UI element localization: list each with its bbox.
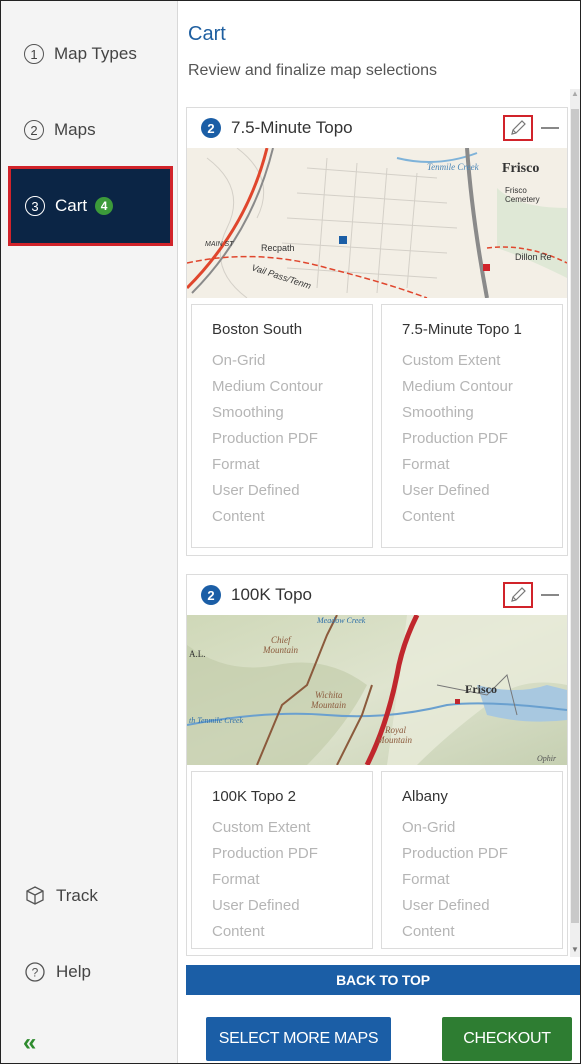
variant-option: Smoothing [212,404,284,421]
sidebar-item-label: Track [56,886,98,905]
cube-icon [24,885,46,907]
sidebar-item-label: Maps [54,120,96,139]
step-number: 3 [25,196,45,216]
map-label: Frisco [465,682,497,696]
step-number: 2 [24,120,44,140]
variant-list: Boston South On-Grid Medium Contour Smoo… [191,304,563,548]
collapse-item-button[interactable] [541,127,559,129]
variant-option: Production PDF [212,845,318,862]
sidebar-item-label: Map Types [54,44,137,63]
help-icon: ? [24,961,46,983]
map-label: Recpath [261,243,295,253]
map-label: Frisco [505,186,527,195]
variant-option: Production PDF [402,845,508,862]
back-to-top-button[interactable]: BACK TO TOP [186,965,580,995]
variant-name: Albany [402,788,448,805]
edit-button[interactable] [503,115,533,141]
variant-list: 100K Topo 2 Custom Extent Production PDF… [191,771,563,949]
variant-option: On-Grid [212,352,266,369]
map-label: Mountain [376,735,412,745]
map-label: Dillon Re [515,252,552,262]
quantity-badge: 2 [201,118,221,138]
page-title: Cart [188,23,226,45]
sidebar: 1 Map Types 2 Maps 3 Cart 4 Track ? Help… [1,1,178,1063]
map-label: Wichita [315,690,343,700]
variant-name: 100K Topo 2 [212,788,296,805]
sidebar-item-track[interactable]: Track [1,885,177,907]
edit-button[interactable] [503,582,533,608]
collapse-item-button[interactable] [541,594,559,596]
map-label: Royal [384,725,406,735]
sidebar-item-label: Help [56,962,91,981]
variant-option: Medium Contour [212,378,323,395]
map-label: A.L. [189,649,206,659]
variant-option: User Defined [402,482,490,499]
cart-count-badge: 4 [95,197,114,215]
cart-item-title: 7.5-Minute Topo [231,118,353,137]
quantity-badge: 2 [201,585,221,605]
cart-item-title: 100K Topo [231,585,312,604]
variant-option: Medium Contour [402,378,513,395]
app-frame: 1 Map Types 2 Maps 3 Cart 4 Track ? Help… [0,0,581,1064]
variant-option: Content [212,508,265,525]
sidebar-item-label: Cart [55,196,88,215]
map-label: Mountain [310,700,346,710]
variant-option: User Defined [212,482,300,499]
pencil-icon [511,587,526,602]
variant-card[interactable]: 7.5-Minute Topo 1 Custom Extent Medium C… [381,304,563,548]
cart-item-card: 2 100K Topo Frisco th Tenmile Creek Chie… [186,574,568,956]
variant-option: Smoothing [402,404,474,421]
variant-option: On-Grid [402,819,456,836]
variant-option: Format [402,871,450,888]
step-number: 1 [24,44,44,64]
sidebar-item-cart[interactable]: 3 Cart 4 [8,166,173,246]
map-label: Cemetery [505,195,540,204]
cart-item-header: 2 7.5-Minute Topo [187,108,567,148]
variant-card[interactable]: 100K Topo 2 Custom Extent Production PDF… [191,771,373,949]
variant-option: Custom Extent [212,819,311,836]
checkout-button[interactable]: CHECKOUT [442,1017,572,1061]
variant-option: Format [402,456,450,473]
variant-card[interactable]: Albany On-Grid Production PDF Format Use… [381,771,563,949]
variant-option: Content [402,923,455,940]
map-label: Tenmile Creek [427,162,480,172]
map-label: Mountain [262,645,298,655]
cart-item-header: 2 100K Topo [187,575,567,615]
variant-name: Boston South [212,321,303,338]
variant-option: Production PDF [402,430,508,447]
scroll-up-icon[interactable]: ▲ [571,89,579,98]
sidebar-item-maps[interactable]: 2 Maps [1,93,177,167]
select-more-maps-button[interactable]: SELECT MORE MAPS [206,1017,391,1061]
variant-option: Custom Extent [402,352,501,369]
map-thumbnail: Frisco Tenmile Creek Frisco Cemetery MAI… [187,148,567,298]
variant-option: User Defined [212,897,300,914]
variant-option: User Defined [402,897,490,914]
map-label: Ophir [537,754,557,763]
variant-name: 7.5-Minute Topo 1 [402,321,522,338]
pencil-icon [511,120,526,135]
collapse-sidebar-icon[interactable]: « [23,1029,37,1057]
variant-option: Content [212,923,265,940]
cart-item-card: 2 7.5-Minute Topo Frisco Tenmile Creek F… [186,107,568,556]
cart-panel: Cart Review and finalize map selections … [178,1,580,1063]
map-label: Frisco [502,161,539,176]
variant-option: Content [402,508,455,525]
map-label: th Tenmile Creek [189,716,244,725]
map-thumbnail: Frisco th Tenmile Creek Chief Mountain W… [187,615,567,765]
variant-option: Format [212,456,260,473]
variant-card[interactable]: Boston South On-Grid Medium Contour Smoo… [191,304,373,548]
map-label: Chief [271,635,292,645]
map-label: MAIN ST [205,241,234,248]
page-subtitle: Review and finalize map selections [188,62,438,79]
map-label: Meadow Creek [316,616,366,625]
variant-option: Production PDF [212,430,318,447]
sidebar-item-map-types[interactable]: 1 Map Types [1,17,177,91]
cart-list: 2 7.5-Minute Topo Frisco Tenmile Creek F… [186,107,574,957]
svg-text:?: ? [32,966,39,980]
variant-option: Format [212,871,260,888]
sidebar-item-help[interactable]: ? Help [1,961,177,983]
